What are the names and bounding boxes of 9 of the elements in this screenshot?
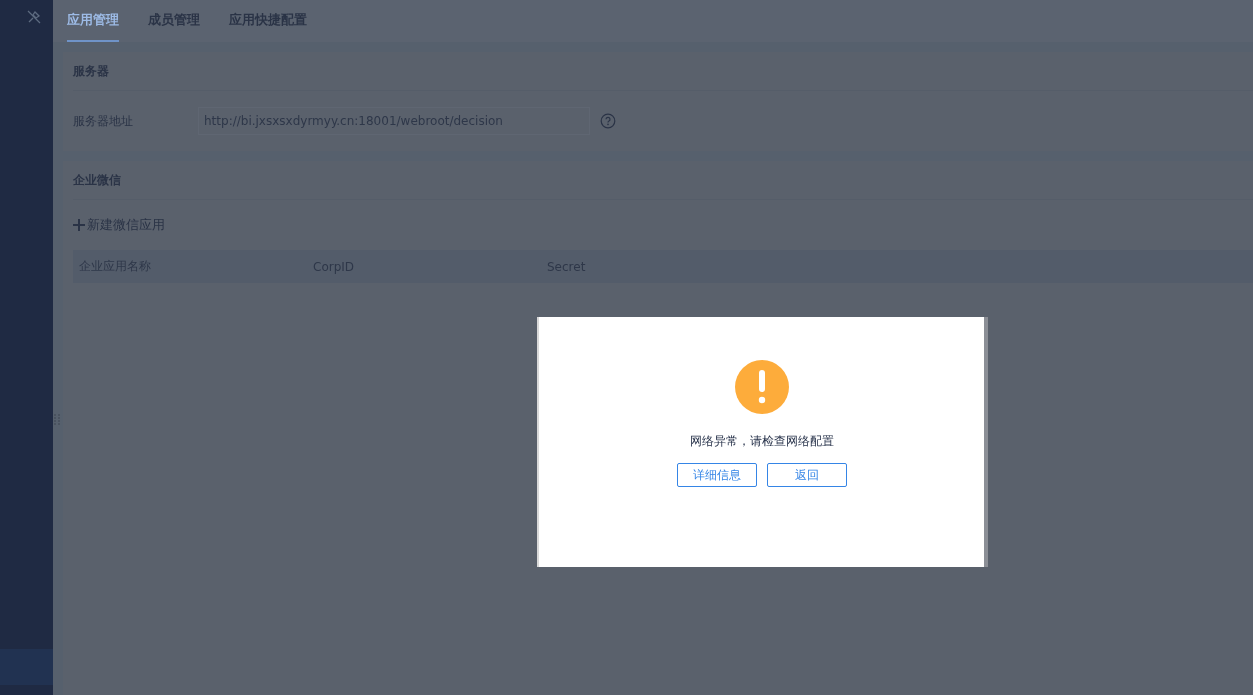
- dialog-button[interactable]: 返回: [766, 463, 847, 487]
- error-message: 网络异常，请检查网络配置: [689, 433, 834, 450]
- pin-icon[interactable]: [27, 10, 41, 24]
- dialog-button[interactable]: 详细信息: [676, 463, 757, 487]
- tab[interactable]: 应用管理: [67, 0, 119, 42]
- drag-handle-icon[interactable]: [54, 414, 60, 427]
- plus-icon: [73, 219, 85, 231]
- warning-icon: [734, 360, 789, 414]
- help-icon[interactable]: [600, 113, 616, 129]
